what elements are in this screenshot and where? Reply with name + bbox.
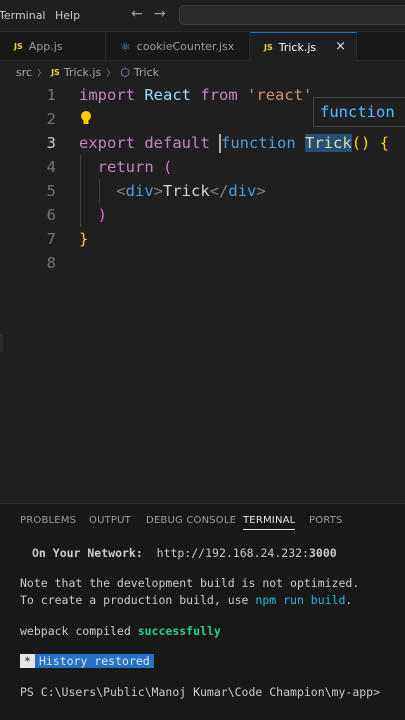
tab-problems[interactable]: PROBLEMS [20, 515, 76, 526]
terminal-build-hint-line: To create a production build, use npm ru… [20, 593, 352, 607]
tab-label: Trick.js [278, 40, 317, 54]
javascript-file-icon: JS [264, 42, 273, 52]
tab-app-js[interactable]: JS App.js [0, 32, 106, 61]
tab-label: cookieCounter.jsx [136, 40, 235, 53]
breadcrumb-folder[interactable]: src [16, 66, 32, 79]
code-token: 'react' [247, 86, 313, 104]
line-number: 5 [46, 182, 56, 200]
command-center-search[interactable] [179, 5, 405, 25]
code-token: from [200, 86, 238, 104]
code-token: div [125, 182, 154, 200]
line-number: 3 [46, 134, 56, 152]
network-url[interactable]: http://192.168.24.232: [157, 546, 309, 560]
back-arrow-icon[interactable]: ← [131, 6, 143, 22]
tab-label: App.js [28, 40, 63, 53]
terminal-history-line: * History restored [20, 654, 154, 668]
code-editor[interactable]: 1 import React from 'react' 2 3 export d… [0, 83, 405, 503]
chevron-right-icon: 〉 [106, 68, 116, 79]
terminal-network-line: On Your Network: http://192.168.24.232:3… [32, 546, 337, 560]
hint-prefix: To create a production build, use [20, 593, 256, 607]
history-star: * [20, 654, 35, 668]
menu-help[interactable]: Help [55, 9, 80, 22]
line-number: 8 [46, 254, 56, 272]
forward-arrow-icon[interactable]: → [154, 6, 166, 22]
code-token: export [79, 134, 135, 152]
breadcrumb-file[interactable]: Trick.js [64, 66, 101, 79]
title-bar: Terminal Help ← → [0, 0, 405, 32]
code-token: </ [209, 182, 229, 200]
tab-trick-js[interactable]: JS Trick.js × [250, 32, 357, 61]
code-line[interactable]: 5 <div>Trick</div> [0, 179, 405, 203]
code-token: default [144, 134, 210, 152]
tab-debug-console[interactable]: DEBUG CONSOLE [146, 515, 236, 526]
code-line[interactable]: 3 export default function Trick() { [0, 131, 405, 155]
hint-suffix: . [345, 593, 353, 607]
editor-tab-bar: JS App.js ⚛ cookieCounter.jsx JS Trick.j… [0, 32, 405, 61]
bottom-panel: PROBLEMS OUTPUT DEBUG CONSOLE TERMINAL P… [0, 503, 405, 720]
code-token: > [153, 182, 164, 200]
compiled-status: successfully [137, 624, 221, 638]
tab-ports[interactable]: PORTS [309, 515, 343, 526]
code-token: div [228, 182, 257, 200]
breadcrumb-symbol[interactable]: Trick [134, 66, 159, 79]
code-token: > [256, 182, 266, 200]
line-number: 1 [46, 86, 56, 104]
code-token: { [379, 134, 390, 152]
line-number: 4 [46, 158, 56, 176]
code-token: < [116, 182, 126, 200]
code-token: ( [163, 158, 173, 176]
code-token: React [144, 86, 192, 104]
react-file-icon: ⚛ [120, 39, 131, 54]
code-token: return [97, 158, 154, 176]
code-token: import [79, 86, 135, 104]
network-port: 3000 [308, 546, 337, 560]
sash-handle[interactable] [0, 334, 3, 352]
code-line[interactable]: 6 ) [0, 203, 405, 227]
hover-tooltip: function [313, 97, 405, 127]
javascript-file-icon: JS [14, 42, 23, 51]
line-number: 7 [46, 230, 56, 248]
lightbulb-icon[interactable] [80, 110, 92, 126]
terminal-compiled-line: webpack compiled successfully [20, 624, 221, 638]
code-line[interactable]: 8 [0, 251, 405, 275]
code-line[interactable]: 7 } [0, 227, 405, 251]
line-number: 2 [46, 110, 56, 128]
symbol-method-icon: ⬡ [120, 65, 130, 79]
hint-command: npm run build [255, 593, 346, 607]
chevron-right-icon: 〉 [37, 68, 47, 79]
tab-output[interactable]: OUTPUT [89, 515, 131, 526]
code-line[interactable]: 4 return ( [0, 155, 405, 179]
code-token: function [221, 134, 296, 152]
close-tab-icon[interactable]: × [335, 39, 346, 54]
history-restored-badge: History restored [34, 654, 154, 668]
code-token: () [351, 134, 371, 152]
code-token: Trick [305, 134, 352, 152]
line-number: 6 [46, 206, 56, 224]
tab-cookiecounter-jsx[interactable]: ⚛ cookieCounter.jsx [106, 32, 250, 61]
terminal-prompt[interactable]: PS C:\Users\Public\Manoj Kumar\Code Cham… [20, 685, 380, 699]
breadcrumb: src 〉 JS Trick.js 〉 ⬡ Trick [0, 61, 405, 83]
code-token: ) [97, 206, 108, 224]
network-label: On Your Network: [32, 546, 143, 560]
terminal-note-line: Note that the development build is not o… [20, 576, 360, 590]
javascript-file-icon: JS [51, 67, 60, 77]
tab-terminal[interactable]: TERMINAL [243, 515, 296, 530]
code-token: Trick [163, 182, 210, 200]
menu-terminal[interactable]: Terminal [0, 9, 46, 22]
code-token: } [79, 230, 89, 248]
compiled-prefix: webpack compiled [20, 624, 138, 638]
